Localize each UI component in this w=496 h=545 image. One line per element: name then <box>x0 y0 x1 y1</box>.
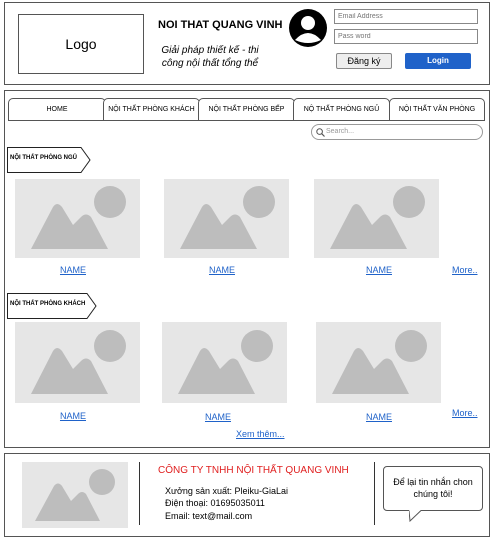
image-placeholder-icon <box>31 186 126 249</box>
product-name-link[interactable]: NAME <box>349 412 409 422</box>
footer-image <box>22 462 128 528</box>
header: Logo NOI THAT QUANG VINH Giải pháp thiết… <box>4 2 490 85</box>
workshop-address: Xưởng sản xuất: Pleiku-GiaLai <box>165 486 288 496</box>
image-placeholder-icon <box>31 330 126 394</box>
phone-number: Điện thoại: 01695035011 <box>165 498 265 508</box>
product-name-link[interactable]: NAME <box>43 265 103 275</box>
tab-home[interactable]: HOME <box>8 98 106 121</box>
product-image[interactable] <box>316 322 441 403</box>
image-placeholder-icon <box>332 330 427 394</box>
product-name-link[interactable]: NAME <box>192 265 252 275</box>
product-image[interactable] <box>162 322 287 403</box>
logo: Logo <box>18 14 144 74</box>
image-placeholder-icon <box>178 330 273 394</box>
password-field[interactable] <box>334 29 478 44</box>
message-bubble[interactable]: Để lại tin nhắn chon chúng tôi! <box>383 466 483 511</box>
email-field[interactable] <box>334 9 478 24</box>
email-address: Email: text@mail.com <box>165 511 253 521</box>
search-input[interactable]: Search... <box>311 124 483 140</box>
tab-bedroom[interactable]: NỘ THẤT PHÒNG NGỦ <box>293 98 390 121</box>
section-title-living-room: NỘI THẤT PHÒNG KHÁCH <box>7 293 97 319</box>
tab-living-room[interactable]: NỘI THẤT PHÒNG KHÁCH <box>103 98 200 121</box>
see-more-link[interactable]: Xem thêm... <box>236 429 285 439</box>
image-placeholder-icon <box>330 186 425 249</box>
product-image[interactable] <box>164 179 289 258</box>
section-title-label: NỘI THẤT PHÒNG NGỦ <box>10 155 77 161</box>
company-name: CÔNG TY TNHH NỘI THẤT QUANG VINH <box>158 465 349 476</box>
product-image[interactable] <box>15 179 140 258</box>
brand-name: NOI THAT QUANG VINH <box>158 19 283 31</box>
register-button[interactable]: Đăng ký <box>336 53 392 69</box>
divider <box>374 462 375 525</box>
product-name-link[interactable]: NAME <box>349 265 409 275</box>
product-name-link[interactable]: NAME <box>43 411 103 421</box>
tab-kitchen[interactable]: NỘI THẤT PHÒNG BẾP <box>198 98 295 121</box>
login-button[interactable]: Login <box>405 53 471 69</box>
search-placeholder: Search... <box>326 128 355 135</box>
slogan: Giải pháp thiết kế - thi công nội thất t… <box>161 45 259 69</box>
user-avatar-icon[interactable] <box>288 8 328 48</box>
section-title-bedroom: NỘI THẤT PHÒNG NGỦ <box>7 147 91 173</box>
image-placeholder-icon <box>180 186 275 249</box>
footer: CÔNG TY TNHH NỘI THẤT QUANG VINH Xưởng s… <box>4 453 490 537</box>
product-image[interactable] <box>15 322 140 403</box>
main-content: HOME NỘI THẤT PHÒNG KHÁCH NỘI THẤT PHÒNG… <box>4 90 490 448</box>
search-icon <box>316 128 325 137</box>
more-link[interactable]: More.. <box>452 408 478 418</box>
section-title-label: NỘI THẤT PHÒNG KHÁCH <box>10 301 86 307</box>
image-placeholder-icon <box>35 469 115 521</box>
divider <box>139 462 140 525</box>
more-link[interactable]: More.. <box>452 265 478 275</box>
product-name-link[interactable]: NAME <box>188 412 248 422</box>
product-image[interactable] <box>314 179 439 258</box>
tab-office[interactable]: NỘI THẤT VĂN PHÒNG <box>389 98 485 121</box>
speech-bubble-tail-icon <box>409 510 422 522</box>
